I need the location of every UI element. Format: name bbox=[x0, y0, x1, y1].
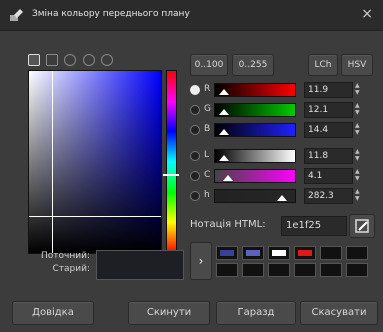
eyedropper-button[interactable] bbox=[349, 214, 375, 238]
history-swatch[interactable] bbox=[242, 263, 264, 277]
history-swatch-color bbox=[298, 250, 312, 256]
circle-selector-icon[interactable] bbox=[64, 54, 77, 66]
history-swatch[interactable] bbox=[346, 263, 368, 277]
history-swatch[interactable] bbox=[346, 246, 368, 260]
picker-crosshair-horizontal bbox=[29, 216, 161, 217]
close-icon[interactable]: × bbox=[361, 6, 373, 22]
channel-slider-l[interactable] bbox=[214, 149, 296, 163]
history-swatch-color bbox=[246, 267, 260, 273]
history-swatch-color bbox=[324, 250, 338, 256]
channel-radio-r[interactable] bbox=[190, 85, 200, 95]
spin-arrows-icon[interactable]: ▲ ▼ bbox=[355, 82, 363, 96]
slider-handle-icon bbox=[219, 89, 229, 95]
channel-slider-r[interactable] bbox=[214, 83, 296, 97]
add-to-history-button[interactable]: › bbox=[190, 242, 212, 280]
channel-label-b: B bbox=[204, 124, 211, 134]
channel-radio-l[interactable] bbox=[190, 151, 200, 161]
slider-handle-icon bbox=[219, 109, 229, 115]
spin-arrows-icon[interactable]: ▲ ▼ bbox=[355, 102, 363, 116]
channel-radio-c[interactable] bbox=[190, 171, 200, 181]
window-title: Зміна кольору переднього плану bbox=[32, 9, 190, 19]
hex-input[interactable]: 1e1f25 bbox=[281, 216, 347, 236]
history-swatch-color bbox=[298, 267, 312, 273]
channel-value-b[interactable]: 14.4 bbox=[304, 122, 353, 138]
history-swatch[interactable] bbox=[320, 246, 342, 260]
history-swatch-color bbox=[272, 267, 286, 273]
channel-label-h: h bbox=[204, 190, 210, 200]
history-swatch[interactable] bbox=[216, 246, 238, 260]
history-swatch[interactable] bbox=[294, 246, 316, 260]
color-selector-tabs bbox=[28, 54, 116, 68]
spin-arrows-icon[interactable]: ▲ ▼ bbox=[355, 148, 363, 162]
title-bar: Зміна кольору переднього плану × bbox=[0, 0, 383, 31]
help-button[interactable]: Довідка bbox=[12, 301, 94, 325]
slider-handle-icon bbox=[277, 195, 287, 201]
slider-handle-icon bbox=[219, 129, 229, 135]
lch-button[interactable]: LCh bbox=[308, 54, 338, 76]
gimp-selector-icon[interactable] bbox=[28, 54, 40, 66]
history-swatch-color bbox=[350, 267, 364, 273]
old-color-label: Старий: bbox=[52, 264, 91, 274]
hue-marker bbox=[163, 174, 179, 176]
channel-label-g: G bbox=[204, 104, 211, 114]
wheel-selector-icon[interactable] bbox=[82, 54, 95, 66]
history-swatch[interactable] bbox=[268, 263, 290, 277]
channel-radio-g[interactable] bbox=[190, 105, 200, 115]
history-swatch-color bbox=[220, 267, 234, 273]
channel-slider-c[interactable] bbox=[214, 169, 296, 183]
slider-handle-icon bbox=[219, 155, 229, 161]
history-swatch-color bbox=[246, 250, 260, 256]
channel-label-l: L bbox=[204, 150, 210, 160]
spin-arrows-icon[interactable]: ▲ ▼ bbox=[355, 122, 363, 136]
ok-button[interactable]: Гаразд bbox=[216, 301, 296, 325]
html-notation-label: Нотація HTML: bbox=[190, 219, 266, 230]
reset-button[interactable]: Скинути bbox=[128, 301, 210, 325]
color-swatch bbox=[96, 250, 184, 280]
channel-slider-g[interactable] bbox=[214, 103, 296, 117]
history-swatch[interactable] bbox=[242, 246, 264, 260]
eyedropper-icon bbox=[355, 219, 369, 233]
spin-arrows-icon[interactable]: ▲ ▼ bbox=[355, 188, 363, 202]
history-swatch[interactable] bbox=[320, 263, 342, 277]
color-picker-icon bbox=[10, 9, 23, 21]
current-color-label: Поточний: bbox=[41, 251, 90, 261]
cancel-button[interactable]: Скасувати bbox=[300, 301, 378, 325]
channel-value-r[interactable]: 11.9 bbox=[304, 82, 353, 98]
history-swatch-color bbox=[324, 267, 338, 273]
range-0-100-button[interactable]: 0..100 bbox=[190, 54, 228, 76]
channel-value-l[interactable]: 11.8 bbox=[304, 148, 353, 164]
history-swatch[interactable] bbox=[294, 263, 316, 277]
history-swatch-color bbox=[220, 250, 234, 256]
watercolor-selector-icon[interactable] bbox=[46, 54, 59, 66]
channel-value-h[interactable]: 282.3 bbox=[304, 188, 353, 204]
range-0-255-button[interactable]: 0..255 bbox=[232, 54, 274, 76]
channel-value-g[interactable]: 12.1 bbox=[304, 102, 353, 118]
channel-slider-h[interactable] bbox=[214, 189, 296, 203]
slider-handle-icon bbox=[223, 175, 233, 181]
history-swatch[interactable] bbox=[216, 263, 238, 277]
hsv-button[interactable]: HSV bbox=[341, 54, 373, 76]
channel-radio-h[interactable] bbox=[190, 191, 200, 201]
channel-label-c: C bbox=[204, 170, 211, 180]
channel-value-c[interactable]: 4.1 bbox=[304, 168, 353, 184]
channel-label-r: R bbox=[204, 84, 211, 94]
hue-slider[interactable] bbox=[163, 70, 179, 254]
cmyk-selector-icon[interactable] bbox=[100, 54, 113, 66]
channel-radio-b[interactable] bbox=[190, 125, 200, 135]
history-swatch-color bbox=[350, 250, 364, 256]
history-swatch[interactable] bbox=[268, 246, 290, 260]
channel-slider-b[interactable] bbox=[214, 123, 296, 137]
spin-arrows-icon[interactable]: ▲ ▼ bbox=[355, 168, 363, 182]
picker-crosshair-vertical bbox=[52, 71, 53, 253]
history-swatch-color bbox=[272, 250, 286, 256]
saturation-value-picker[interactable] bbox=[28, 70, 162, 254]
